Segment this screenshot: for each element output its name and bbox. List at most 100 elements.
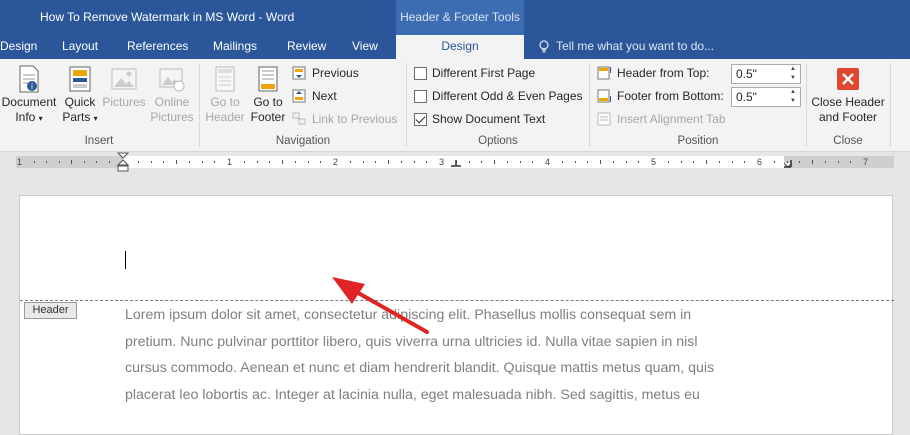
online-pictures-label-2: Pictures	[150, 110, 194, 124]
body-line: cursus commodo. Aenean et nunc et diam h…	[125, 360, 715, 376]
pictures-icon	[111, 68, 137, 90]
ruler-tick	[176, 160, 177, 164]
footer-from-bottom-control: Footer from Bottom:	[597, 87, 724, 105]
document-info-label-1: Document	[1, 95, 57, 109]
ruler-tick	[71, 160, 72, 164]
insert-alignment-tab-label: Insert Alignment Tab	[617, 112, 726, 126]
spinner-arrows[interactable]: ▲ ▼	[786, 65, 800, 83]
ruler-tick	[320, 161, 322, 163]
spinner-arrows[interactable]: ▲ ▼	[786, 88, 800, 106]
quick-parts-label-1: Quick	[64, 95, 96, 109]
ruler-tick	[349, 161, 351, 163]
group-separator	[890, 63, 891, 147]
ruler-tick	[574, 161, 576, 163]
svg-text:i: i	[31, 82, 33, 91]
tab-header-footer-design[interactable]: Design	[396, 35, 524, 59]
next-label: Next	[312, 89, 337, 103]
ruler-right-margin	[784, 156, 894, 168]
insert-alignment-tab-button[interactable]: Insert Alignment Tab	[597, 110, 726, 128]
quick-parts-icon	[69, 66, 91, 92]
ruler-tick	[163, 161, 165, 163]
ruler-tick	[506, 161, 508, 163]
ruler-tick	[744, 161, 746, 163]
ruler-tick	[362, 161, 364, 163]
ruler-number: 2	[333, 157, 339, 167]
close-group-label: Close	[833, 135, 863, 147]
ruler-tick	[201, 161, 203, 163]
tab-view[interactable]: View	[352, 35, 378, 59]
center-tab-icon[interactable]	[450, 160, 462, 170]
online-pictures-button[interactable]: Online Pictures	[148, 59, 196, 125]
different-odd-even-label: Different Odd & Even Pages	[432, 89, 583, 103]
ruler-tick	[773, 161, 775, 163]
ruler-tick	[625, 161, 627, 163]
pictures-button[interactable]: Pictures	[101, 59, 147, 110]
ruler-tick	[481, 161, 483, 163]
body-line: Lorem ipsum dolor sit amet, consectetur …	[125, 307, 692, 323]
show-document-text-label: Show Document Text	[432, 112, 546, 126]
ruler-number: 5	[651, 157, 657, 167]
ruler-tick	[294, 161, 296, 163]
tab-design-main[interactable]: Design	[0, 35, 37, 59]
next-button[interactable]: Next	[292, 87, 337, 105]
close-header-footer-button[interactable]: Close Header and Footer	[808, 59, 888, 125]
body-text[interactable]: Lorem ipsum dolor sit amet, consectetur …	[125, 302, 785, 408]
ruler-number: 6	[757, 157, 763, 167]
document-area[interactable]: Header Lorem ipsum dolor sit amet, conse…	[0, 172, 910, 435]
ruler-tick	[243, 161, 245, 163]
tab-layout[interactable]: Layout	[62, 35, 98, 59]
link-to-previous-button[interactable]: Link to Previous	[292, 110, 397, 128]
insert-group-label: Insert	[84, 135, 114, 147]
indent-marker-icon[interactable]	[116, 152, 130, 174]
document-page[interactable]: Header Lorem ipsum dolor sit amet, conse…	[19, 195, 894, 435]
different-first-page-checkbox[interactable]	[414, 67, 427, 80]
horizontal-ruler[interactable]: 1 1 2 3 4 5 6 7	[0, 152, 910, 172]
ruler-tick	[96, 161, 97, 163]
link-to-previous-label: Link to Previous	[312, 112, 398, 126]
tab-mailings[interactable]: Mailings	[213, 35, 257, 59]
ruler-tick	[837, 161, 839, 163]
previous-section-icon	[292, 66, 306, 80]
quick-parts-label-2: Parts	[62, 110, 91, 124]
go-to-footer-button[interactable]: Go to Footer	[247, 59, 289, 125]
ruler-tick	[150, 161, 152, 163]
tell-me-search[interactable]: Tell me what you want to do...	[538, 35, 714, 59]
previous-button[interactable]: Previous	[292, 64, 359, 82]
close-icon	[837, 68, 859, 90]
header-from-top-input[interactable]: 0.5" ▲ ▼	[731, 64, 801, 84]
tab-review[interactable]: Review	[287, 35, 326, 59]
footer-from-bottom-input[interactable]: 0.5" ▲ ▼	[731, 87, 801, 107]
show-document-text-option[interactable]: Show Document Text	[414, 110, 545, 128]
ruler-tick	[799, 161, 801, 163]
ruler-tick	[188, 161, 190, 163]
go-to-header-icon	[215, 66, 235, 92]
ruler-tick	[587, 161, 589, 163]
ruler-tick	[375, 161, 377, 163]
header-from-top-control: Header from Top:	[597, 64, 710, 82]
ruler-tick	[706, 160, 707, 164]
document-info-button[interactable]: i Document Info ▾	[0, 59, 58, 126]
right-tab-icon[interactable]	[782, 160, 794, 170]
title-bar: How To Remove Watermark in MS Word - Wor…	[0, 0, 910, 35]
ruler-tick	[269, 161, 271, 163]
different-odd-even-checkbox[interactable]	[414, 90, 427, 103]
ruler-tick	[108, 161, 110, 163]
show-document-text-checkbox[interactable]	[414, 113, 427, 126]
body-line: placerat leo lobortis ac. Integer at lac…	[125, 386, 700, 403]
different-first-page-option[interactable]: Different First Page	[414, 64, 535, 82]
window-title: How To Remove Watermark in MS Word - Wor…	[40, 10, 295, 24]
tab-references[interactable]: References	[127, 35, 188, 59]
close-header-footer-label-1: Close Header	[811, 95, 885, 109]
position-group-label: Position	[677, 135, 719, 147]
ruler-tick	[731, 161, 733, 163]
ruler-tick	[561, 161, 563, 163]
different-odd-even-option[interactable]: Different Odd & Even Pages	[414, 87, 583, 105]
quick-parts-button[interactable]: Quick Parts ▾	[60, 59, 100, 126]
ruler-tick	[718, 161, 720, 163]
go-to-header-label-2: Header	[205, 110, 245, 124]
pictures-label: Pictures	[102, 95, 146, 109]
header-boundary-line	[20, 300, 894, 301]
next-section-icon	[292, 89, 306, 103]
go-to-header-button[interactable]: Go to Header	[203, 59, 247, 125]
online-pictures-label-1: Online	[154, 95, 190, 109]
